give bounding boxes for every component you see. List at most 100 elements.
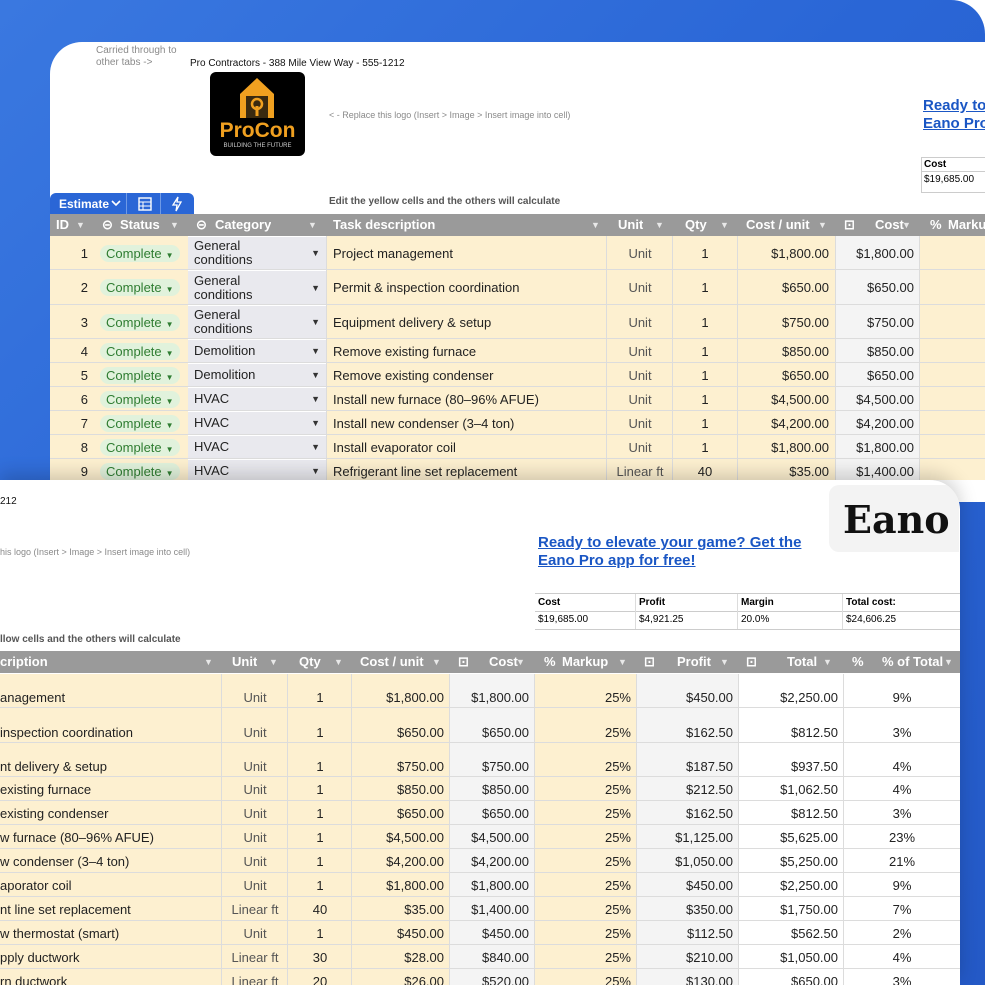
filter-icon[interactable]: ▼ [902,214,911,236]
col-markup[interactable]: Markup [562,651,608,673]
filter-icon[interactable]: ▼ [818,214,827,236]
qty-cell[interactable]: 1 [673,236,737,270]
task-cell[interactable]: Project management [327,236,607,270]
markup-cell[interactable]: 25% [535,873,637,897]
task-cell[interactable]: w thermostat (smart) [0,921,222,945]
task-cell[interactable]: Install evaporator coil [327,435,607,459]
category-dropdown[interactable]: Demolition ▼ [188,339,326,363]
filter-icon[interactable]: ▼ [334,651,343,673]
task-cell[interactable]: Install new condenser (3–4 ton) [327,411,607,435]
cost-unit-cell[interactable]: $1,800.00 [352,674,450,708]
filter-icon[interactable]: ▼ [720,214,729,236]
qty-cell[interactable]: 1 [673,339,737,363]
status-dropdown[interactable]: Complete ▼ [100,339,188,363]
col-markup[interactable]: Marku [948,214,985,236]
unit-cell[interactable]: Linear ft [222,897,288,921]
task-cell[interactable]: existing furnace [0,777,222,801]
status-dropdown[interactable]: Complete ▼ [100,459,188,480]
status-dropdown[interactable]: Complete ▼ [100,305,188,339]
filter-icon[interactable]: ▼ [76,214,85,236]
unit-cell[interactable]: Unit [607,236,673,270]
status-dropdown[interactable]: Complete ▼ [100,236,188,270]
qty-cell[interactable]: 1 [288,921,352,945]
unit-cell[interactable]: Linear ft [222,969,288,985]
unit-cell[interactable]: Linear ft [222,945,288,969]
unit-cell[interactable]: Linear ft [607,459,673,480]
markup-cell[interactable]: 25% [535,825,637,849]
unit-cell[interactable]: Unit [607,363,673,387]
qty-cell[interactable]: 1 [673,305,737,339]
unit-cell[interactable]: Unit [222,921,288,945]
col-cost[interactable]: Cost [489,651,518,673]
cost-unit-cell[interactable]: $4,500.00 [352,825,450,849]
qty-cell[interactable]: 1 [673,363,737,387]
col-status[interactable]: Status [120,214,160,236]
cost-unit-cell[interactable]: $750.00 [738,305,835,339]
qty-cell[interactable]: 1 [288,801,352,825]
task-cell[interactable]: Remove existing furnace [327,339,607,363]
qty-cell[interactable]: 1 [288,777,352,801]
col-qty[interactable]: Qty [299,651,321,673]
filter-icon[interactable]: ▼ [170,214,179,236]
unit-cell[interactable]: Unit [607,387,673,411]
col-qty[interactable]: Qty [685,214,707,236]
markup-cell[interactable]: 25% [535,801,637,825]
task-cell[interactable]: nt delivery & setup [0,743,222,777]
task-cell[interactable]: Remove existing condenser [327,363,607,387]
markup-cell[interactable]: 25% [535,674,637,708]
status-dropdown[interactable]: Complete ▼ [100,270,188,305]
chevron-down-icon[interactable] [110,196,122,213]
col-total[interactable]: Total [787,651,817,673]
qty-cell[interactable]: 1 [673,411,737,435]
col-unit[interactable]: Unit [232,651,257,673]
unit-cell[interactable]: Unit [222,743,288,777]
qty-cell[interactable]: 30 [288,945,352,969]
filter-icon[interactable]: ▼ [823,651,832,673]
task-cell[interactable]: pply ductwork [0,945,222,969]
category-dropdown[interactable]: General conditions ▼ [188,270,326,305]
col-id[interactable]: ID [56,214,69,236]
cost-unit-cell[interactable]: $1,800.00 [738,435,835,459]
markup-cell[interactable]: 25% [535,969,637,985]
status-dropdown[interactable]: Complete ▼ [100,435,188,459]
filter-icon[interactable]: ▼ [655,214,664,236]
qty-cell[interactable]: 1 [673,387,737,411]
unit-cell[interactable]: Unit [607,270,673,305]
filter-icon[interactable]: ▼ [720,651,729,673]
status-dropdown[interactable]: Complete ▼ [100,363,188,387]
qty-cell[interactable]: 1 [288,674,352,708]
filter-icon[interactable]: ▼ [432,651,441,673]
category-dropdown[interactable]: HVAC ▼ [188,411,326,435]
task-cell[interactable]: nt line set replacement [0,897,222,921]
col-category[interactable]: Category [215,214,271,236]
markup-cell[interactable]: 25% [535,777,637,801]
unit-cell[interactable]: Unit [607,305,673,339]
unit-cell[interactable]: Unit [222,708,288,743]
cost-unit-cell[interactable]: $850.00 [738,339,835,363]
table-icon[interactable] [138,197,152,214]
markup-cell[interactable]: 25% [535,849,637,873]
sheet-tab-estimate[interactable]: Estimate [50,193,194,215]
cost-unit-cell[interactable]: $1,800.00 [352,873,450,897]
filter-icon[interactable]: ▼ [591,214,600,236]
filter-icon[interactable]: ▼ [516,651,525,673]
filter-icon[interactable]: ▼ [944,651,953,673]
markup-cell[interactable]: 25% [535,945,637,969]
markup-cell[interactable]: 25% [535,708,637,743]
unit-cell[interactable]: Unit [607,435,673,459]
task-cell[interactable]: aporator coil [0,873,222,897]
task-cell[interactable]: w condenser (3–4 ton) [0,849,222,873]
qty-cell[interactable]: 1 [288,873,352,897]
qty-cell[interactable]: 1 [288,708,352,743]
cost-unit-cell[interactable]: $650.00 [738,363,835,387]
promo-link-cut[interactable]: Ready to Eano Pro [923,97,985,133]
status-dropdown[interactable]: Complete ▼ [100,387,188,411]
cost-unit-cell[interactable]: $4,500.00 [738,387,835,411]
cost-unit-cell[interactable]: $1,800.00 [738,236,835,270]
procon-logo[interactable]: ProCon BUILDING THE FUTURE [210,72,305,156]
task-cell[interactable]: anagement [0,674,222,708]
cost-unit-cell[interactable]: $35.00 [738,459,835,480]
col-profit[interactable]: Profit [677,651,711,673]
cost-unit-cell[interactable]: $850.00 [352,777,450,801]
task-cell[interactable]: Install new furnace (80–96% AFUE) [327,387,607,411]
